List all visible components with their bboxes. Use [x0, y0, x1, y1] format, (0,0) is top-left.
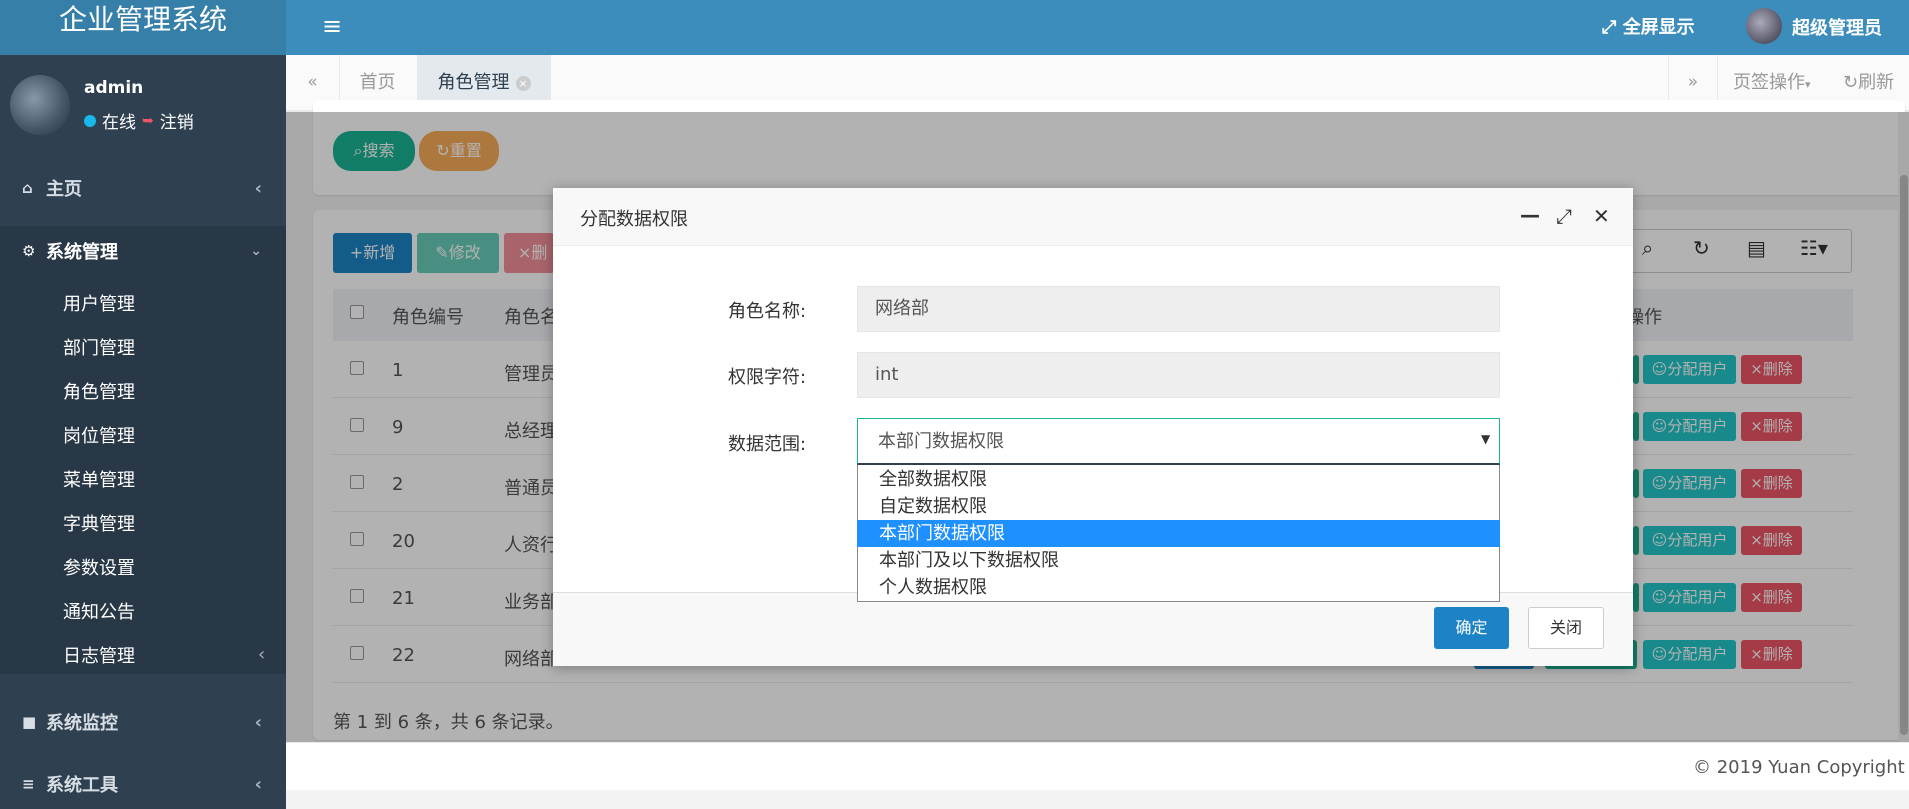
sidebar-item-monitor[interactable]: ■ 系统监控 ‹ — [0, 697, 286, 747]
sidebar-item-label: 系统监控 — [46, 713, 118, 734]
sidebar-item-menus[interactable]: 菜单管理 — [0, 459, 286, 503]
scope-option-selected[interactable]: 本部门数据权限 — [857, 520, 1500, 547]
home-icon: ⌂ — [22, 179, 33, 197]
user-menu[interactable]: 超级管理员 — [1792, 14, 1882, 40]
fullscreen-button[interactable]: ⤢ 全屏显示 — [1602, 13, 1695, 39]
copyright: © 2019 Yuan Copyright — [1693, 757, 1905, 778]
footer — [286, 742, 1909, 790]
online-dot-icon — [84, 114, 96, 127]
minimize-icon[interactable]: — — [1520, 203, 1540, 227]
modal-title: 分配数据权限 — [580, 209, 688, 230]
modal-header — [553, 188, 1633, 246]
sidebar-item-users[interactable]: 用户管理 — [0, 283, 286, 327]
confirm-button[interactable]: 确定 — [1434, 607, 1509, 649]
online-label: 在线 — [102, 113, 136, 133]
profile-status: 在线 ➥ 注销 — [84, 108, 194, 133]
chevron-left-icon: ‹ — [258, 644, 266, 665]
maximize-icon[interactable]: ⤢ — [1556, 204, 1572, 228]
video-icon: ■ — [22, 713, 37, 731]
sidebar-item-logs[interactable]: 日志管理 — [0, 635, 286, 679]
role-name-input[interactable]: 网络部 — [857, 286, 1500, 332]
sidebar-item-notice[interactable]: 通知公告 — [0, 591, 286, 635]
logout-icon[interactable]: ➥ — [142, 113, 154, 129]
scope-option[interactable]: 全部数据权限 — [857, 466, 1500, 493]
sidebar-item-depts[interactable]: 部门管理 — [0, 327, 286, 371]
scope-option[interactable]: 个人数据权限 — [857, 574, 1500, 601]
sidebar-item-config[interactable]: 参数设置 — [0, 547, 286, 591]
sidebar-item-label: 主页 — [46, 179, 82, 200]
perm-key-input[interactable]: int — [857, 352, 1500, 398]
scope-option[interactable]: 本部门及以下数据权限 — [857, 547, 1500, 574]
bars-icon: ≡ — [22, 775, 35, 793]
sidebar-item-dicts[interactable]: 字典管理 — [0, 503, 286, 547]
refresh-label: 刷新 — [1858, 72, 1895, 93]
gear-icon: ⚙ — [22, 242, 36, 260]
chevron-down-icon: ⌄ — [250, 243, 262, 259]
avatar — [10, 75, 70, 135]
logout-link[interactable]: 注销 — [160, 108, 194, 133]
chevron-left-icon: ‹ — [254, 711, 262, 733]
chevron-left-icon: ‹ — [254, 177, 262, 199]
close-icon[interactable]: ✕ — [1593, 204, 1610, 228]
scope-option[interactable]: 自定数据权限 — [857, 493, 1500, 520]
close-button[interactable]: 关闭 — [1528, 607, 1604, 649]
bars-icon[interactable]: ≡ — [322, 12, 342, 40]
refresh-icon: ↻ — [1843, 72, 1859, 93]
sidebar-item-label: 系统工具 — [46, 775, 118, 796]
sidebar-item-posts[interactable]: 岗位管理 — [0, 415, 286, 459]
role-name-label: 角色名称: — [728, 301, 807, 322]
expand-icon: ⤢ — [1602, 17, 1617, 38]
sidebar-item-system[interactable]: ⚙ 系统管理 ⌄ — [0, 226, 286, 276]
sidebar-item-home[interactable]: ⌂ 主页 ‹ — [0, 163, 286, 213]
app-title: 企业管理系统 — [0, 0, 286, 55]
sidebar-item-label: 系统管理 — [46, 242, 118, 263]
user-avatar[interactable] — [1746, 8, 1782, 44]
data-scope-label: 数据范围: — [728, 434, 807, 455]
tab-ops-label: 页签操作 — [1733, 72, 1805, 93]
fullscreen-label: 全屏显示 — [1622, 17, 1695, 38]
data-scope-select[interactable]: 本部门数据权限 — [857, 418, 1500, 465]
caret-down-icon: ▾ — [1805, 78, 1811, 91]
tab-label: 角色管理 — [437, 72, 510, 93]
caret-down-icon: ▼ — [1481, 432, 1491, 446]
sidebar-item-roles[interactable]: 角色管理 — [0, 371, 286, 415]
close-tab-icon[interactable]: × — [515, 75, 531, 91]
profile-name: admin — [84, 78, 144, 98]
perm-key-label: 权限字符: — [728, 367, 807, 388]
chevron-left-icon: ‹ — [254, 773, 262, 795]
sidebar-item-tools[interactable]: ≡ 系统工具 ‹ — [0, 759, 286, 809]
